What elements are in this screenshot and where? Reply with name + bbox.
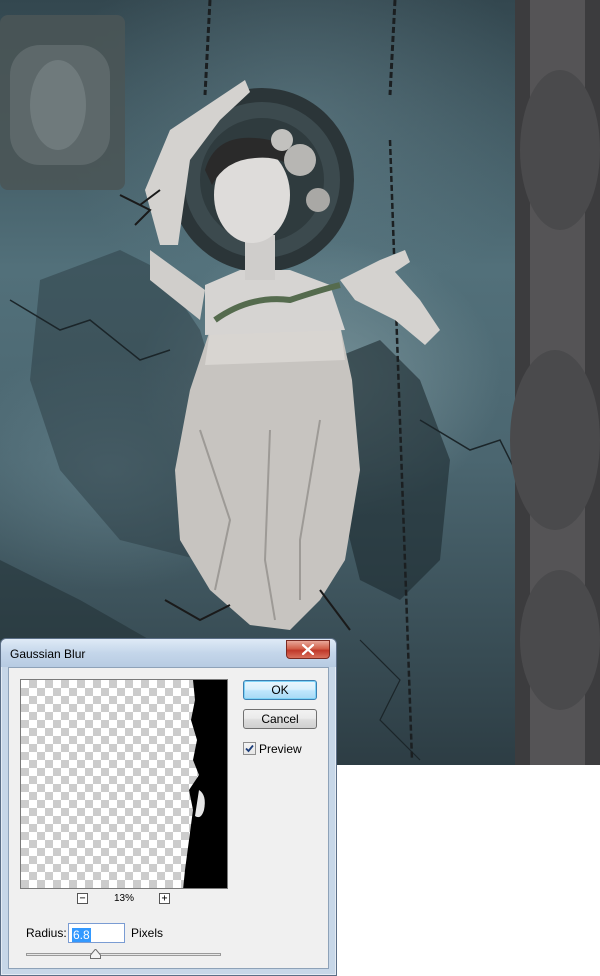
ok-button[interactable]: OK — [243, 680, 317, 700]
cancel-button[interactable]: Cancel — [243, 709, 317, 729]
preview-image — [183, 680, 227, 888]
dialog-title: Gaussian Blur — [10, 647, 86, 661]
plus-icon: + — [161, 893, 168, 904]
checkmark-icon — [245, 744, 254, 753]
radius-slider-track[interactable] — [26, 953, 221, 956]
radius-units: Pixels — [131, 926, 164, 940]
gaussian-blur-dialog: Gaussian Blur − 13% + OK Cancel Preview … — [0, 638, 337, 976]
radius-slider-thumb[interactable] — [89, 949, 101, 959]
zoom-level: 13% — [113, 893, 134, 904]
preview-checkbox[interactable] — [243, 742, 256, 755]
dialog-body: − 13% + OK Cancel Preview Radius: 6.8 Pi… — [8, 667, 329, 969]
preview-label: Preview — [259, 742, 302, 756]
radius-row: Radius: 6.8 Pixels — [26, 923, 226, 943]
close-button[interactable] — [286, 640, 330, 659]
zoom-in-button[interactable]: + — [159, 893, 170, 904]
close-icon — [302, 644, 314, 655]
zoom-out-button[interactable]: − — [77, 893, 88, 904]
radius-value: 6.8 — [72, 928, 91, 942]
minus-icon: − — [79, 893, 86, 904]
zoom-controls: − 13% + — [77, 893, 177, 907]
dialog-titlebar[interactable]: Gaussian Blur — [1, 639, 336, 667]
radius-label: Radius: — [26, 926, 67, 940]
radius-input[interactable]: 6.8 — [68, 923, 125, 943]
blur-preview[interactable] — [20, 679, 228, 889]
